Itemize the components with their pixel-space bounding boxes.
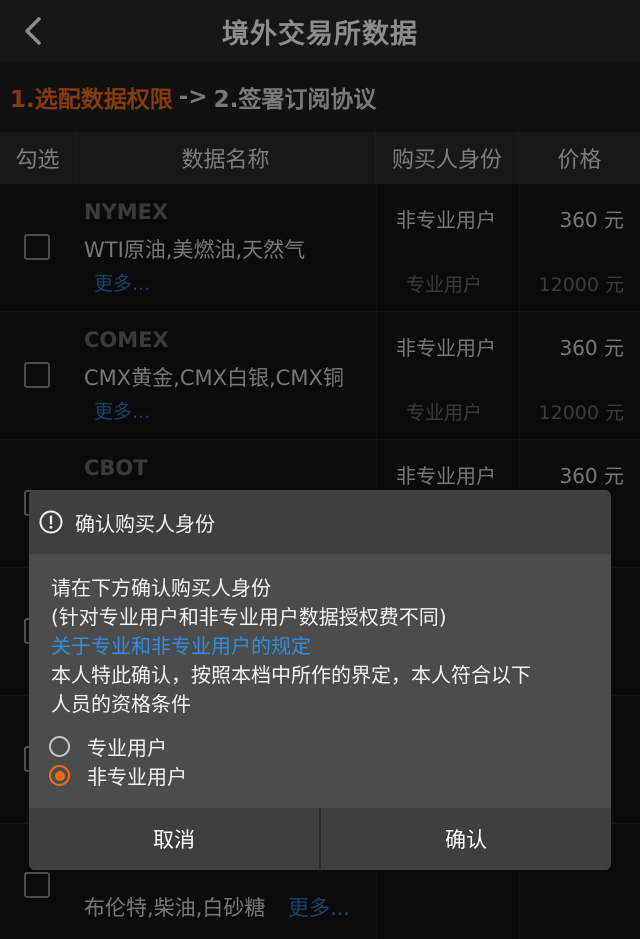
radio-checked-icon[interactable]: [49, 765, 70, 786]
identity-radio-group: 专业用户 非专业用户: [49, 732, 187, 790]
radio-label: 非专业用户: [87, 765, 187, 789]
radio-option-nonprofessional[interactable]: 非专业用户: [49, 761, 187, 790]
cancel-button[interactable]: 取消: [29, 808, 321, 870]
exclamation-circle-icon: [39, 510, 63, 534]
app-screen: 境外交易所数据 1.选配数据权限 -> 2.签署订阅协议 勾选 数据名称 购买人…: [0, 0, 640, 939]
dialog-declaration-cont: 人员的资格条件: [51, 692, 191, 716]
rules-link[interactable]: 关于专业和非专业用户的规定: [51, 632, 596, 661]
dialog-title: 确认购买人身份: [75, 511, 215, 536]
confirm-identity-dialog: 确认购买人身份 请在下方确认购买人身份 (针对专业用户和非专业用户数据授权费不同…: [29, 490, 611, 870]
dialog-footer: 取消 确认: [29, 808, 611, 870]
radio-unchecked-icon[interactable]: [49, 736, 70, 757]
dialog-body: 请在下方确认购买人身份 (针对专业用户和非专业用户数据授权费不同) 关于专业和非…: [51, 574, 596, 719]
radio-label: 专业用户: [87, 736, 167, 760]
dialog-header: 确认购买人身份: [29, 490, 611, 554]
confirm-button[interactable]: 确认: [321, 808, 611, 870]
dialog-instruction: 请在下方确认购买人身份: [51, 576, 271, 600]
dialog-note: (针对专业用户和非专业用户数据授权费不同): [51, 605, 447, 629]
radio-option-professional[interactable]: 专业用户: [49, 732, 187, 761]
dialog-declaration: 本人特此确认，按照本档中所作的界定，本人符合以下: [51, 663, 531, 687]
